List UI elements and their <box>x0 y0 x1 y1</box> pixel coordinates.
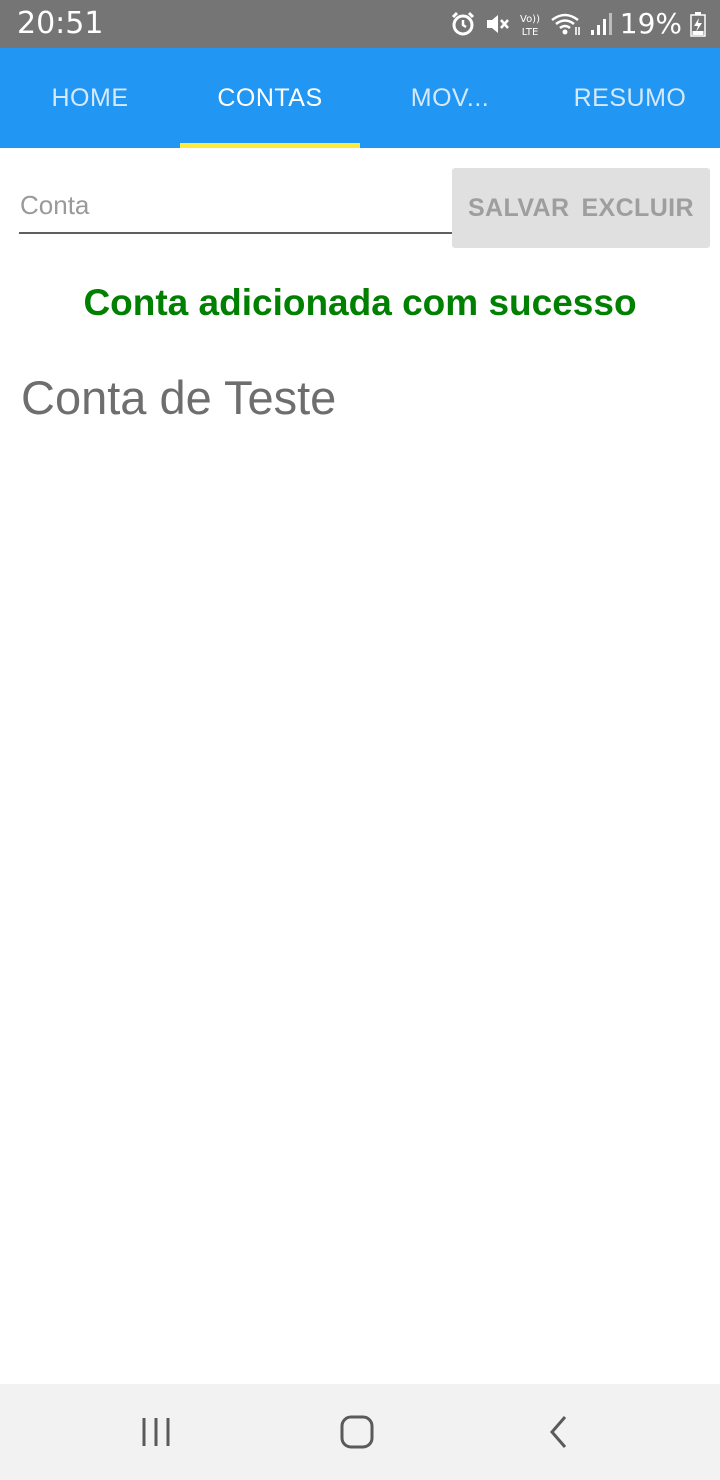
tab-contas[interactable]: CONTAS <box>180 48 360 148</box>
tab-home[interactable]: HOME <box>0 48 180 148</box>
recent-apps-button[interactable] <box>96 1384 216 1480</box>
battery-percent: 19% <box>619 7 682 40</box>
mute-icon <box>486 15 509 33</box>
save-button[interactable]: SALVAR <box>468 194 569 223</box>
status-icons: Vo)) LTE 19% <box>450 8 706 40</box>
svg-text:Vo)): Vo)) <box>520 14 540 25</box>
alarm-icon <box>451 11 474 36</box>
status-bar: 20:51 Vo)) LTE 19% <box>0 0 720 48</box>
navigation-bar <box>0 1384 720 1480</box>
account-input[interactable] <box>19 180 452 230</box>
signal-icon <box>590 13 612 35</box>
account-list-item[interactable]: Conta de Teste <box>21 370 336 425</box>
recent-apps-icon <box>142 1418 170 1446</box>
active-tab-indicator <box>180 143 360 148</box>
success-message: Conta adicionada com sucesso <box>83 282 637 323</box>
account-input-wrapper <box>19 180 452 234</box>
delete-button[interactable]: EXCLUIR <box>581 194 694 223</box>
svg-text:LTE: LTE <box>521 27 538 37</box>
back-icon <box>550 1416 567 1448</box>
tab-bar: HOME CONTAS MOV... RESUMO <box>0 48 720 148</box>
home-button[interactable] <box>297 1384 417 1480</box>
home-icon <box>340 1415 374 1449</box>
volte-icon: Vo)) LTE <box>520 14 540 37</box>
back-button[interactable] <box>499 1384 619 1480</box>
tab-movimentos[interactable]: MOV... <box>360 48 540 148</box>
battery-charging-icon <box>690 12 706 37</box>
action-buttons: SALVAR EXCLUIR <box>452 168 710 248</box>
wifi-icon <box>551 13 580 35</box>
status-time: 20:51 <box>17 6 104 41</box>
tab-resumo[interactable]: RESUMO <box>540 48 720 148</box>
